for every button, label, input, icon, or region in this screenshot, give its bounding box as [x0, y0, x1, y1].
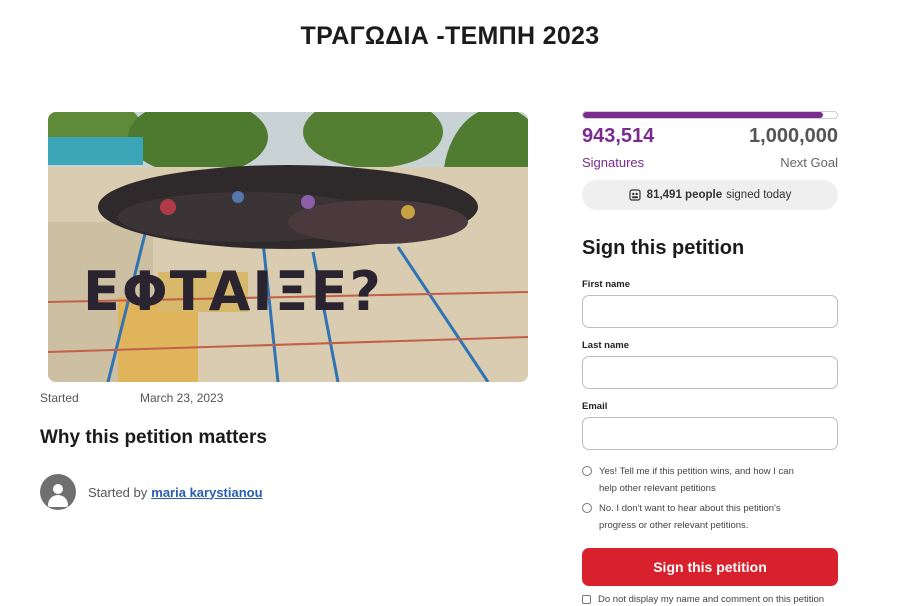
signature-progress-fill — [583, 112, 823, 118]
goal-label: Next Goal — [780, 155, 838, 170]
opt-out-radio[interactable] — [582, 503, 592, 513]
last-name-field[interactable] — [582, 356, 838, 389]
signed-today-suffix: signed today — [726, 189, 792, 201]
signature-progress-bar — [582, 111, 838, 119]
opt-out-line1: No. I don't want to hear about this peti… — [599, 503, 781, 514]
avatar — [40, 474, 76, 510]
disclose-option[interactable]: Do not display my name and comment on th… — [582, 594, 824, 606]
first-name-label: First name — [582, 279, 631, 290]
signatures-count: 943,514 — [582, 125, 655, 147]
sign-petition-button[interactable]: Sign this petition — [582, 548, 838, 586]
goal-count: 1,000,000 — [749, 125, 838, 147]
page-title: ΤΡΑΓΩΔΙΑ -ΤΕΜΠΗ 2023 — [300, 22, 600, 50]
email-label: Email — [582, 401, 608, 412]
started-label: Started — [40, 391, 79, 405]
people-icon — [629, 189, 641, 201]
started-by-label: Started by — [88, 484, 148, 500]
why-heading: Why this petition matters — [40, 427, 267, 448]
opt-out-line2: progress or other relevant petitions. — [599, 520, 749, 531]
sign-form-heading: Sign this petition — [582, 237, 745, 259]
author-row: Started by maria karystianou — [40, 473, 263, 511]
petition-photo: ΕΦΤΑΙΞΕ? — [48, 112, 528, 382]
opt-in-radio[interactable] — [582, 466, 592, 476]
photo-formation-text: ΕΦΤΑΙΞΕ? — [83, 260, 383, 323]
last-name-label: Last name — [582, 340, 629, 351]
author-link[interactable]: maria karystianou — [151, 485, 262, 500]
disclose-checkbox[interactable] — [582, 595, 591, 604]
opt-in-option[interactable]: Yes! Tell me if this petition wins, and … — [582, 463, 838, 497]
opt-in-line1: Yes! Tell me if this petition wins, and … — [599, 466, 794, 477]
signed-today-count: 81,491 people — [646, 189, 723, 201]
opt-out-text: No. I don't want to hear about this peti… — [599, 500, 781, 534]
opt-out-option[interactable]: No. I don't want to hear about this peti… — [582, 500, 838, 534]
signed-today-pill: 81,491 people signed today — [582, 180, 838, 210]
signatures-label: Signatures — [582, 155, 645, 170]
photo-illustration: ΕΦΤΑΙΞΕ? — [48, 112, 528, 382]
opt-in-text: Yes! Tell me if this petition wins, and … — [599, 463, 794, 497]
started-row: Started March 23, 2023 — [40, 391, 223, 405]
opt-in-line2: help other relevant petitions — [599, 483, 716, 494]
disclose-label: Do not display my name and comment on th… — [598, 594, 825, 605]
author-text: Started by maria karystianou — [88, 485, 263, 500]
started-date: March 23, 2023 — [140, 391, 224, 405]
first-name-field[interactable] — [582, 295, 838, 328]
email-field[interactable] — [582, 417, 838, 450]
